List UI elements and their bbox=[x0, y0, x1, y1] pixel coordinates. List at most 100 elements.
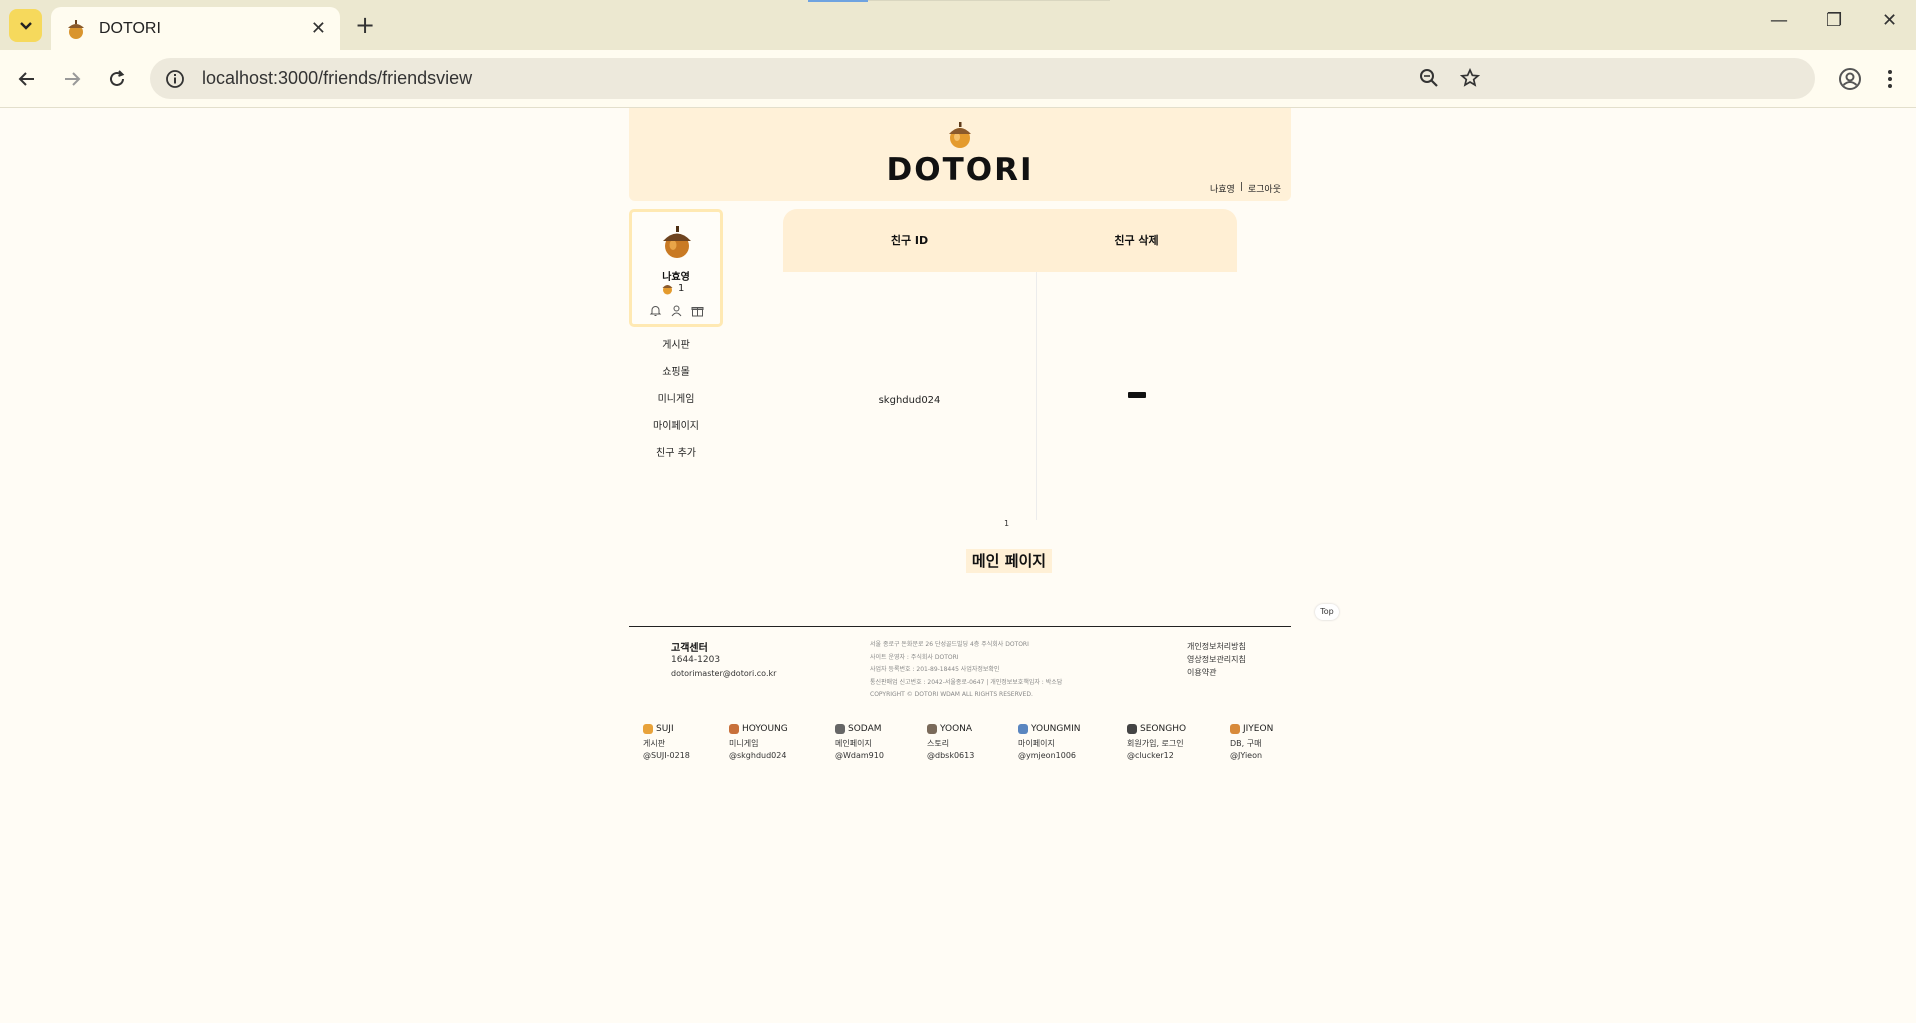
main-page-button[interactable]: 메인 페이지 bbox=[966, 549, 1052, 573]
logout-link[interactable]: 로그아웃 bbox=[1248, 182, 1281, 195]
side-menu: 게시판 쇼핑몰 미니게임 마이페이지 친구 추가 bbox=[629, 338, 723, 473]
column-friend-id: 친구 ID bbox=[890, 234, 929, 247]
team-member: YOUNGMIN 마이페이지 @ymjeon1006 bbox=[1018, 722, 1081, 760]
member-name: SEONGHO bbox=[1140, 724, 1187, 734]
menu-item-board[interactable]: 게시판 bbox=[629, 338, 723, 365]
site-operator: 사이트 운영자 : 주식회사 DOTORI bbox=[870, 653, 959, 661]
arrow-right-icon bbox=[65, 72, 81, 86]
member-role: 스토리 bbox=[927, 739, 950, 748]
member-name: JIYEON bbox=[1243, 724, 1274, 734]
member-github[interactable]: @ymjeon1006 bbox=[1018, 751, 1081, 760]
profile-actions bbox=[649, 304, 704, 317]
acorn-count-value: 1 bbox=[678, 283, 685, 294]
table-column-divider bbox=[1036, 272, 1037, 520]
profile-name: 나효영 bbox=[662, 272, 690, 283]
dog-icon bbox=[835, 724, 845, 734]
member-name: SUJI bbox=[656, 724, 674, 734]
acorn-avatar bbox=[663, 226, 691, 258]
team-member: SODAM 메인페이지 @Wdam910 bbox=[835, 722, 884, 760]
menu-item-shop[interactable]: 쇼핑몰 bbox=[629, 365, 723, 392]
video-policy-link[interactable]: 영상정보관리지침 bbox=[1187, 653, 1246, 666]
privacy-policy-link[interactable]: 개인정보처리방침 bbox=[1187, 640, 1246, 653]
column-delete-friend: 친구 삭제 bbox=[1114, 234, 1159, 247]
browser-tab[interactable]: DOTORI ✕ bbox=[51, 7, 340, 50]
team-member: JIYEON DB, 구매 @JYieon bbox=[1230, 722, 1273, 760]
tab-title: DOTORI bbox=[99, 19, 161, 37]
acorn-count: 1 bbox=[661, 282, 684, 295]
address-bar[interactable]: localhost:3000/friends/friendsview bbox=[150, 58, 1815, 99]
acorn-favicon-icon bbox=[68, 19, 84, 39]
customer-center-title: 고객센터 bbox=[671, 643, 708, 654]
url-text[interactable]: localhost:3000/friends/friendsview bbox=[202, 68, 472, 89]
friends-table-header: 친구 ID 친구 삭제 bbox=[783, 209, 1237, 272]
member-role: 게시판 bbox=[643, 739, 666, 748]
member-github[interactable]: @JYieon bbox=[1230, 751, 1273, 760]
tiger-icon bbox=[1230, 724, 1240, 734]
delete-friend-button[interactable] bbox=[1128, 392, 1146, 398]
member-github[interactable]: @Wdam910 bbox=[835, 751, 884, 760]
site-logo[interactable]: DOTORI bbox=[629, 152, 1291, 188]
reload-button[interactable] bbox=[105, 67, 129, 91]
member-github[interactable]: @skghdud024 bbox=[729, 751, 788, 760]
page-number[interactable]: 1 bbox=[1004, 519, 1009, 528]
menu-item-minigame[interactable]: 미니게임 bbox=[629, 392, 723, 419]
arrow-left-icon bbox=[18, 72, 34, 86]
business-number: 사업자 등록번호 : 201-89-18445 사업자정보확인 bbox=[870, 666, 1000, 674]
member-role: 회원가입, 로그인 bbox=[1127, 739, 1184, 748]
tab-strip-indicator bbox=[808, 0, 868, 2]
profile-icon[interactable] bbox=[1838, 67, 1862, 91]
ecommerce-license: 통신판매업 신고번호 : 2042-서울종로-0647 | 개인정보보호책임자 … bbox=[870, 678, 1063, 686]
close-window-icon[interactable]: ✕ bbox=[1882, 10, 1897, 31]
bookmark-star-icon[interactable] bbox=[1460, 68, 1480, 88]
minimize-icon[interactable]: — bbox=[1770, 10, 1788, 31]
bell-icon[interactable] bbox=[649, 304, 662, 317]
site-header: DOTORI 나효영 | 로그아웃 bbox=[629, 108, 1291, 201]
bear-icon bbox=[729, 724, 739, 734]
member-role: 마이페이지 bbox=[1018, 739, 1055, 748]
cat-icon bbox=[643, 724, 653, 734]
customer-center-email: dotorimaster@dotori.co.kr bbox=[671, 669, 777, 678]
terms-link[interactable]: 이용약관 bbox=[1187, 666, 1246, 679]
team-member: YOONA 스토리 @dbsk0613 bbox=[927, 722, 974, 760]
team-member: HOYOUNG 미니게임 @skghdud024 bbox=[729, 722, 788, 760]
menu-item-add-friend[interactable]: 친구 추가 bbox=[629, 446, 723, 473]
member-github[interactable]: @dbsk0613 bbox=[927, 751, 974, 760]
menu-item-mypage[interactable]: 마이페이지 bbox=[629, 419, 723, 446]
browser-tab-bar: DOTORI ✕ + — ❐ ✕ bbox=[0, 0, 1916, 50]
close-tab-icon[interactable]: ✕ bbox=[311, 19, 326, 38]
member-role: 메인페이지 bbox=[835, 739, 872, 748]
member-role: DB, 구매 bbox=[1230, 739, 1262, 748]
back-button[interactable] bbox=[15, 67, 39, 91]
acorn-logo-icon[interactable] bbox=[945, 120, 975, 150]
chevron-down-icon bbox=[19, 21, 32, 30]
header-user-name[interactable]: 나효영 bbox=[1210, 182, 1235, 195]
zoom-icon[interactable] bbox=[1419, 68, 1439, 88]
site-info-icon[interactable] bbox=[164, 68, 186, 90]
new-tab-button[interactable]: + bbox=[355, 12, 375, 38]
company-address: 서울 종로구 돈화문로 26 단성골드빌딩 4층 주식회사 DOTORI bbox=[870, 641, 1029, 648]
tab-strip-line bbox=[868, 0, 1110, 1]
member-github[interactable]: @SUJI-0218 bbox=[643, 751, 690, 760]
team-member: SUJI 게시판 @SUJI-0218 bbox=[643, 722, 690, 760]
kebab-menu-icon[interactable] bbox=[1886, 67, 1894, 91]
customer-center-phone: 1644-1203 bbox=[671, 655, 721, 665]
restore-icon[interactable]: ❐ bbox=[1826, 10, 1842, 31]
page-content: DOTORI 나효영 | 로그아웃 나효영 1 게시판 쇼핑몰 미니게임 마이페… bbox=[0, 108, 1916, 1023]
acorn-coin-icon bbox=[662, 285, 673, 295]
gift-icon[interactable] bbox=[691, 304, 704, 317]
team-member: SEONGHO 회원가입, 로그인 @clucker12 bbox=[1127, 722, 1186, 760]
forward-button[interactable] bbox=[60, 67, 84, 91]
top-button[interactable]: Top bbox=[1315, 604, 1339, 620]
header-separator: | bbox=[1239, 182, 1243, 192]
rabbit-icon bbox=[1018, 724, 1028, 734]
member-name: YOUNGMIN bbox=[1031, 724, 1081, 734]
policy-links: 개인정보처리방침 영상정보관리지침 이용약관 bbox=[1187, 640, 1246, 679]
member-name: SODAM bbox=[848, 724, 882, 734]
panda-icon bbox=[1127, 724, 1137, 734]
user-icon[interactable] bbox=[670, 304, 683, 317]
company-info: 서울 종로구 돈화문로 26 단성골드빌딩 4층 주식회사 DOTORI 사이트… bbox=[870, 639, 1062, 702]
tab-search-button[interactable] bbox=[9, 9, 42, 42]
member-github[interactable]: @clucker12 bbox=[1127, 751, 1186, 760]
girl-icon bbox=[927, 724, 937, 734]
reload-icon bbox=[110, 70, 125, 86]
